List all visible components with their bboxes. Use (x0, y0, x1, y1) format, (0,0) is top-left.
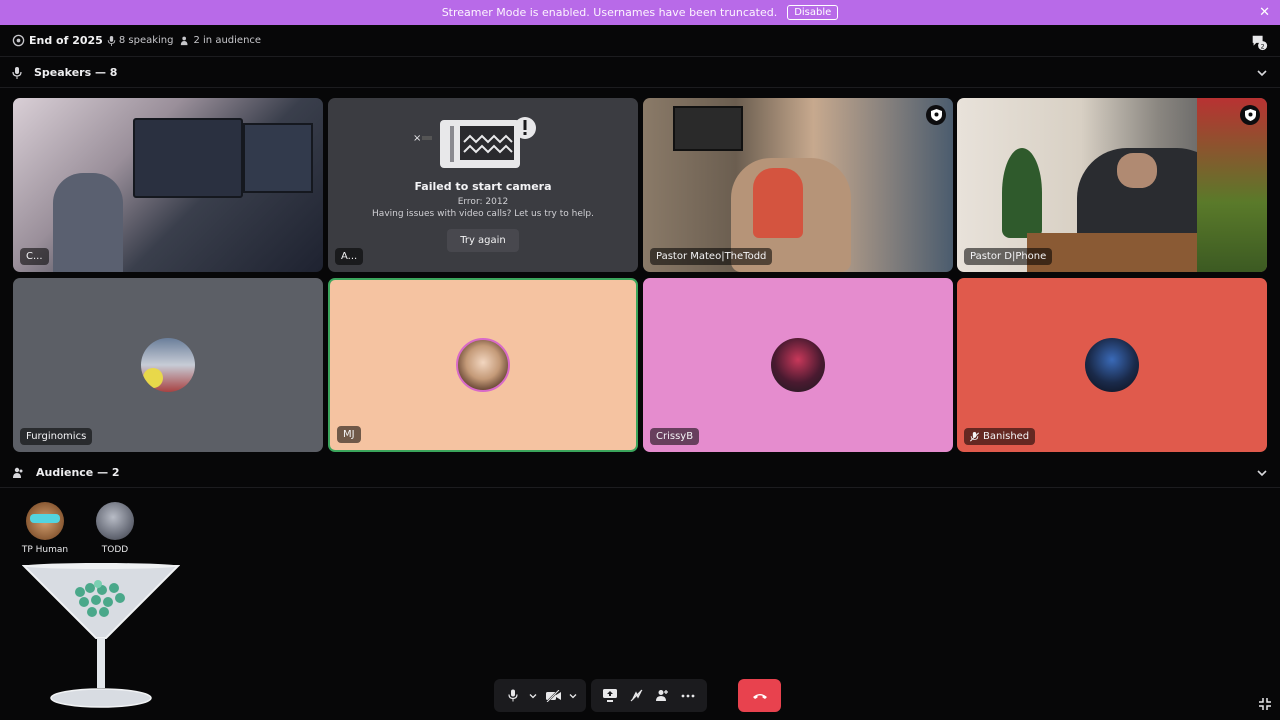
mic-muted-icon (970, 431, 979, 442)
audience-section-header[interactable]: Audience — 2 (0, 458, 1280, 488)
participant-name: Furginomics (20, 428, 93, 445)
avatar (1085, 338, 1139, 392)
speaking-count: 8 speaking (107, 35, 173, 46)
participant-name: CrissyB (650, 428, 700, 445)
svg-text:×: × (413, 133, 421, 144)
audience-name: TP Human (21, 545, 69, 555)
martini-glass-decoration (22, 563, 180, 708)
activity-icon (630, 689, 642, 702)
audience-member[interactable]: TP Human (15, 502, 75, 555)
chevron-down-icon[interactable] (1256, 467, 1268, 479)
video-feed (673, 106, 743, 151)
more-options-button[interactable] (675, 683, 701, 709)
streamer-mode-banner: Streamer Mode is enabled. Usernames have… (0, 0, 1280, 25)
sunglasses (30, 514, 60, 523)
stage-icon (12, 34, 25, 47)
video-feed (1002, 148, 1042, 238)
hang-up-icon (752, 693, 767, 699)
chevron-down-icon (569, 693, 577, 698)
audience-icon (181, 36, 188, 45)
more-icon (681, 694, 695, 697)
video-feed (133, 118, 243, 198)
call-controls (494, 679, 781, 712)
mic-icon (107, 35, 116, 46)
avatar (771, 338, 825, 392)
speakers-label: Speakers — 8 (34, 66, 118, 79)
mic-icon (12, 66, 22, 79)
speaker-tile-avatar[interactable]: Banished (957, 278, 1267, 452)
chevron-down-icon (529, 693, 537, 698)
speaker-tile-avatar-speaking[interactable]: MJ (328, 278, 638, 452)
camera-off-icon (545, 689, 561, 702)
minimize-icon[interactable] (1258, 697, 1272, 711)
avatar (26, 502, 64, 540)
video-feed (1117, 153, 1157, 188)
video-feed (1197, 98, 1267, 272)
participant-name: Pastor Mateo|TheTodd (650, 248, 773, 265)
speaker-tile-avatar[interactable]: Furginomics (13, 278, 323, 452)
activity-button[interactable] (623, 683, 649, 709)
mic-icon (508, 689, 518, 702)
participant-name: A... (335, 248, 364, 265)
audience-count: 2 in audience (180, 35, 261, 46)
avatar (96, 502, 134, 540)
video-feed (53, 173, 123, 272)
shield-icon (930, 109, 942, 121)
speaker-tile-camera-error[interactable]: × Failed to start camera Error: 2012 Hav… (328, 98, 638, 272)
participant-name: Banished (964, 428, 1036, 445)
moderator-badge (1240, 105, 1260, 125)
audience-name: TODD (101, 545, 129, 555)
leave-call-button[interactable] (738, 679, 781, 712)
video-feed (753, 168, 803, 238)
avatar-decoration (143, 368, 163, 388)
camera-error-illustration: × (413, 117, 536, 168)
speaker-tile-avatar[interactable]: CrissyB (643, 278, 953, 452)
banner-text: Streamer Mode is enabled. Usernames have… (441, 6, 778, 19)
speakers-section-header[interactable]: Speakers — 8 (0, 58, 1280, 88)
video-feed (243, 123, 313, 193)
chat-icon[interactable]: 2 (1250, 33, 1268, 51)
close-icon[interactable]: ✕ (1259, 5, 1270, 20)
screen-share-icon (603, 689, 617, 702)
invite-icon (656, 690, 668, 701)
audience-icon (13, 467, 23, 478)
participant-name: Pastor D|Phone (964, 248, 1053, 265)
speaker-tile-video[interactable]: Pastor Mateo|TheTodd (643, 98, 953, 272)
action-control-group (591, 679, 707, 712)
mic-toggle-button[interactable] (500, 683, 526, 709)
stage-title: End of 2025 (29, 34, 103, 47)
error-help: Having issues with video calls? Let us t… (372, 209, 594, 219)
try-again-button[interactable]: Try again (447, 229, 519, 252)
mic-control-group (494, 679, 586, 712)
speaker-tile-video[interactable]: C... (13, 98, 323, 272)
camera-error-message: Failed to start camera Error: 2012 Havin… (328, 180, 638, 252)
invite-button[interactable] (649, 683, 675, 709)
error-title: Failed to start camera (414, 180, 552, 193)
participant-name: C... (20, 248, 49, 265)
mic-options-dropdown[interactable] (526, 683, 540, 709)
moderator-badge (926, 105, 946, 125)
speaker-tile-video[interactable]: Pastor D|Phone (957, 98, 1267, 272)
audience-member[interactable]: TODD (85, 502, 145, 555)
camera-options-dropdown[interactable] (566, 683, 580, 709)
participant-name: MJ (337, 426, 361, 443)
svg-text:2: 2 (1261, 43, 1265, 50)
avatar (456, 338, 510, 392)
camera-toggle-button[interactable] (540, 683, 566, 709)
avatar (141, 338, 195, 392)
stage-header: End of 2025 8 speaking 2 in audience 2 (0, 25, 1280, 57)
error-code: Error: 2012 (457, 197, 509, 207)
shield-icon (1244, 109, 1256, 121)
disable-streamer-mode-button[interactable]: Disable (787, 5, 839, 20)
audience-label: Audience — 2 (36, 466, 120, 479)
chevron-down-icon[interactable] (1256, 67, 1268, 79)
screen-share-button[interactable] (597, 683, 623, 709)
